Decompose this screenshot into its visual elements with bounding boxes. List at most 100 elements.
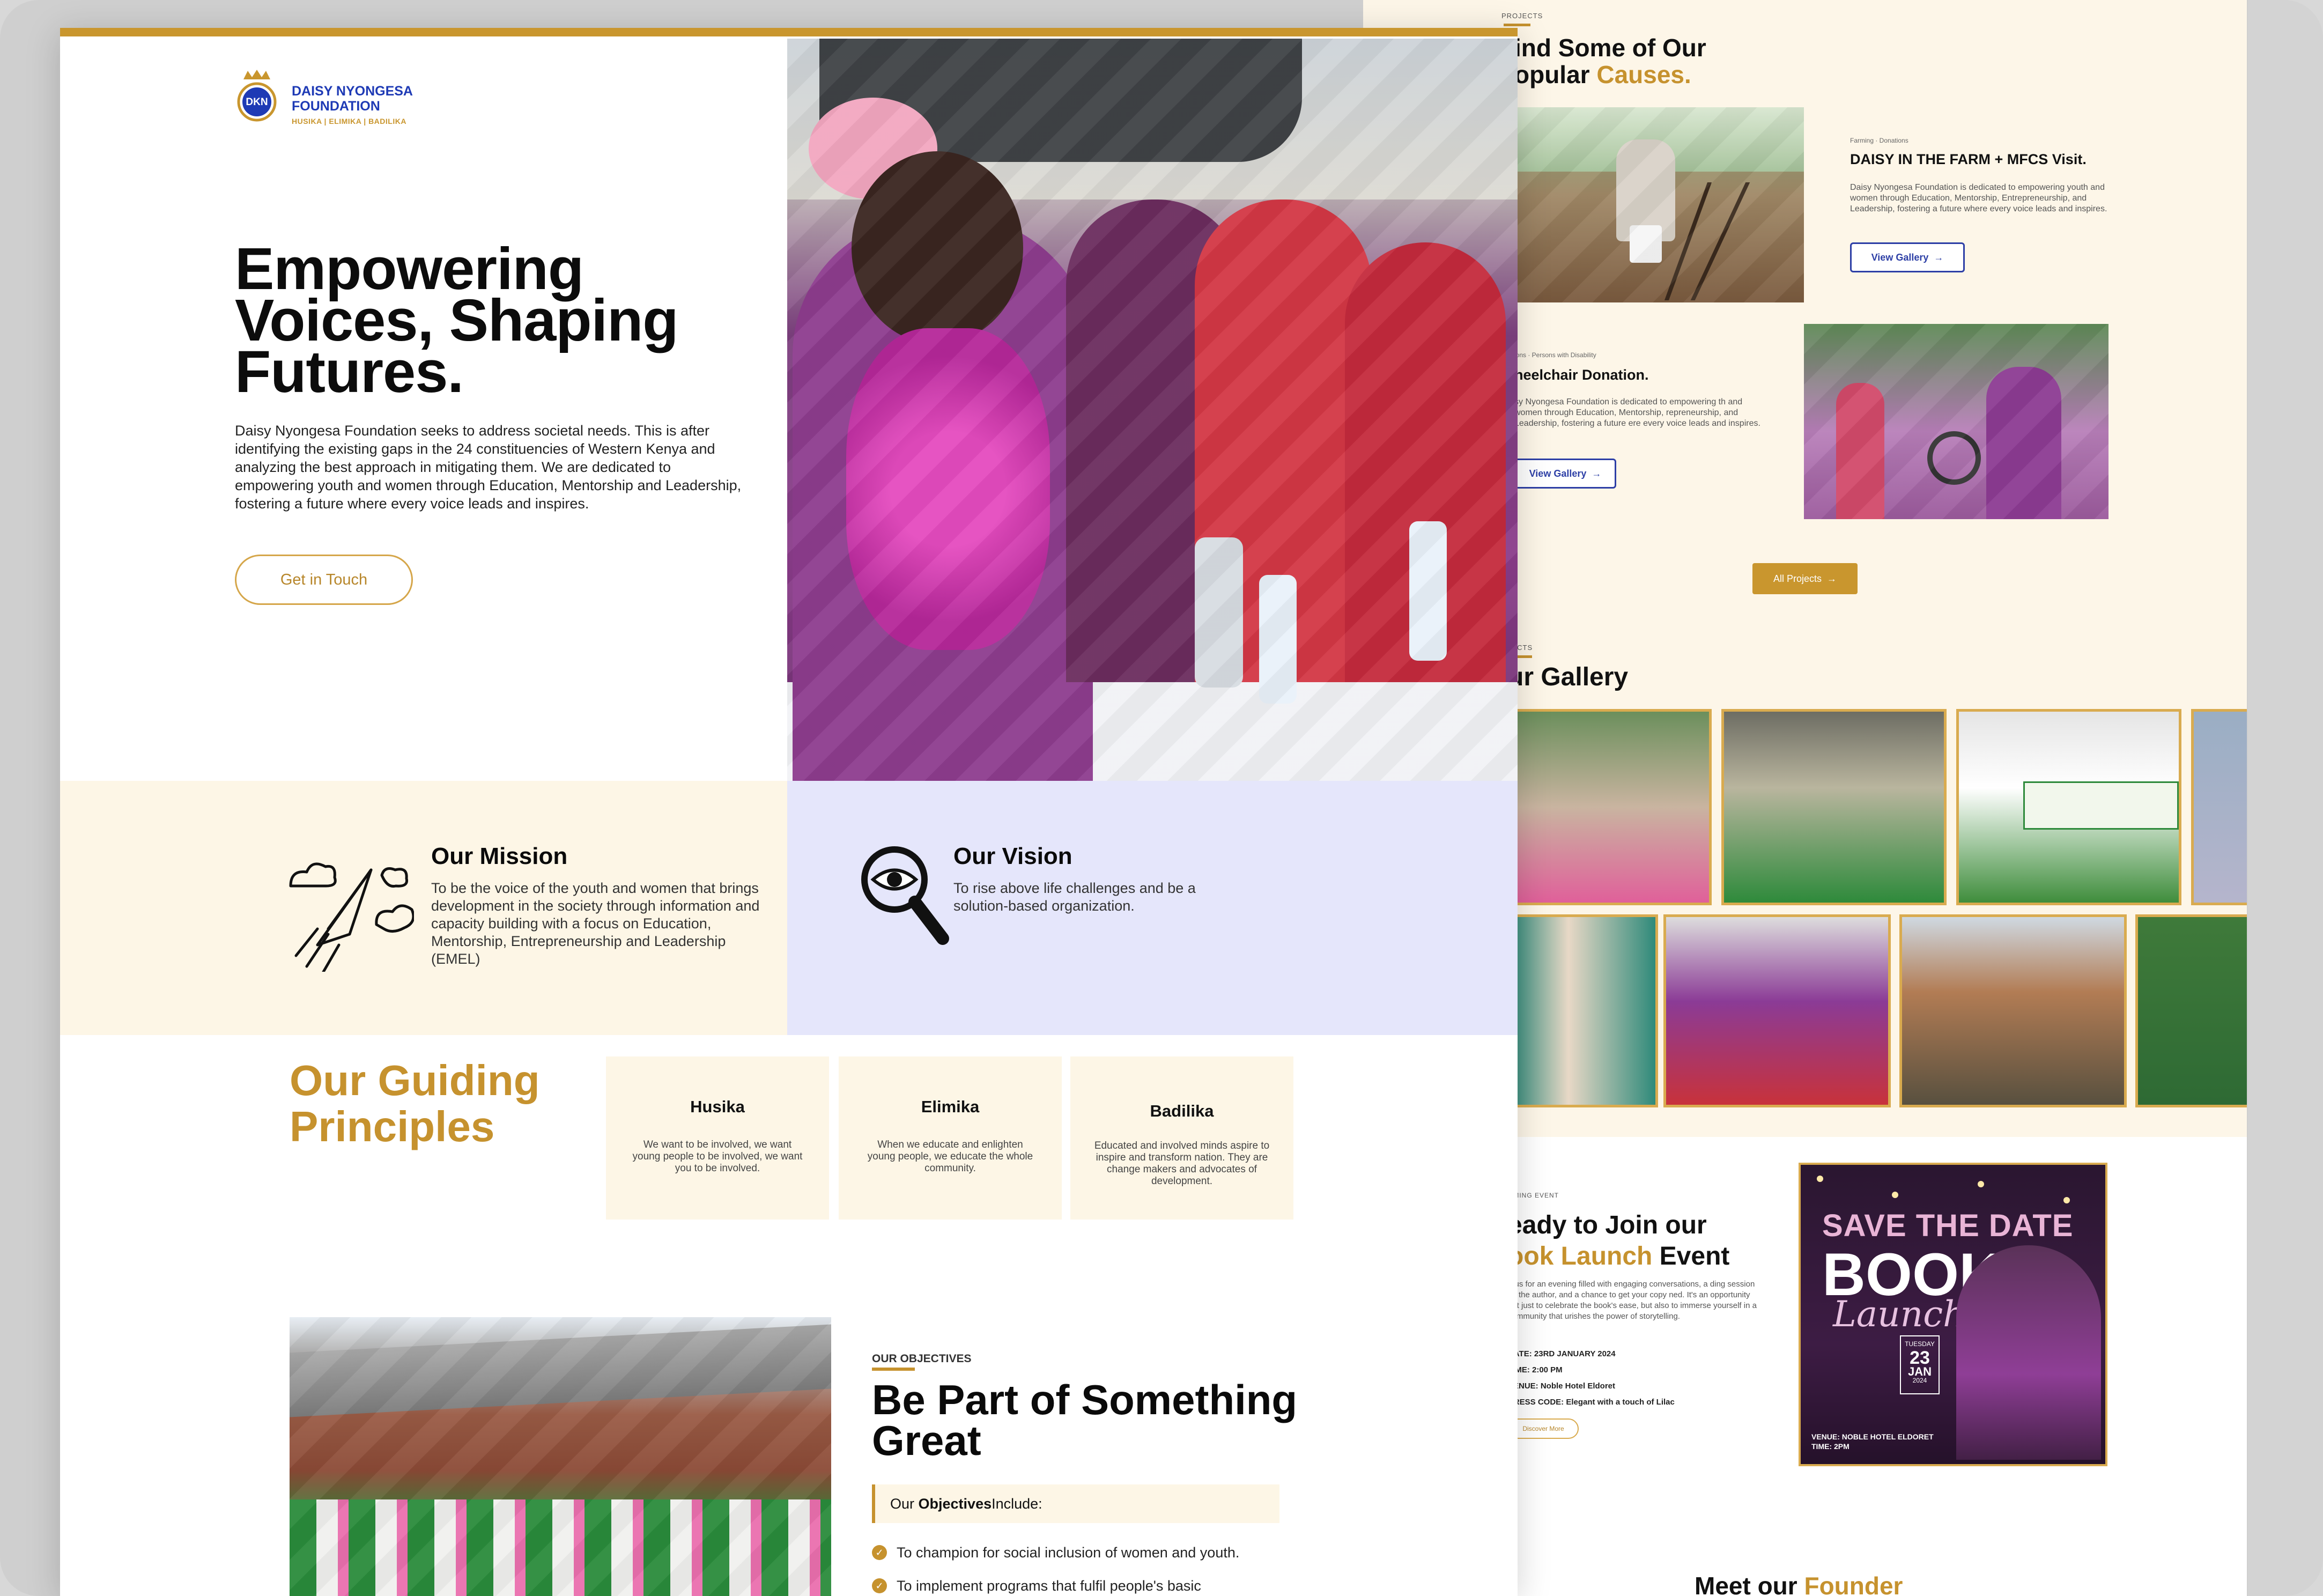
event-title-line-2: Event (1652, 1242, 1730, 1270)
logo-tagline: HUSIKA | ELIMIKA | BADILIKA (292, 117, 406, 125)
objective-text: To champion for social inclusion of wome… (897, 1545, 1240, 1561)
principle-card: Badilika Educated and involved minds asp… (1070, 1056, 1293, 1220)
button-label: View Gallery (1529, 468, 1587, 479)
event-title-line-1: eady to Join our (1508, 1211, 1707, 1239)
discover-more-button[interactable]: Discover More (1508, 1418, 1579, 1439)
mission-title: Our Mission (431, 843, 568, 869)
gallery-image-6[interactable] (1663, 914, 1891, 1107)
principle-text: Educated and involved minds aspire to in… (1094, 1140, 1270, 1187)
all-projects-button[interactable]: All Projects → (1752, 563, 1858, 594)
cause2-text: sy Nyongesa Foundation is dedicated to e… (1514, 397, 1760, 428)
gallery-image-2[interactable] (1721, 709, 1947, 905)
device-bezel (2248, 0, 2323, 1596)
principles-title-line-2: Principles (290, 1103, 495, 1150)
principle-text: When we educate and enlighten young peop… (867, 1139, 1033, 1174)
vision-title: Our Vision (953, 843, 1072, 869)
list-item: ✓ To implement programs that fulfil peop… (872, 1577, 1279, 1595)
principles-title-line-1: Our Guiding (290, 1056, 540, 1104)
paper-plane-icon (285, 854, 415, 974)
causes-heading: ind Some of Our opular Causes. (1514, 34, 1706, 88)
event-details: DATE: 23RD JANUARY 2024 TIME: 2:00 PM VE… (1508, 1346, 1675, 1410)
poster-author-photo (1956, 1245, 2101, 1460)
check-circle-icon: ✓ (872, 1578, 887, 1593)
gallery-image-5[interactable] (1508, 914, 1658, 1107)
arrow-right-icon: → (1827, 573, 1837, 584)
cause2-view-gallery-button[interactable]: View Gallery → (1514, 459, 1616, 489)
poster-time: TIME: 2PM (1811, 1442, 1849, 1451)
principle-title: Husika (690, 1097, 745, 1116)
gallery-image-3[interactable] (1956, 709, 2181, 905)
poster-day: TUESDAY (1905, 1340, 1935, 1348)
list-item: ✓ To champion for social inclusion of wo… (872, 1543, 1279, 1562)
callout-text-bold: Objectives (918, 1495, 992, 1512)
poster-launch: Launch (1833, 1294, 1966, 1335)
gallery-image-4[interactable] (2191, 709, 2247, 905)
gallery-title: ur Gallery (1508, 663, 1629, 691)
objectives-list: ✓ To champion for social inclusion of wo… (872, 1543, 1279, 1595)
logo-name[interactable]: DAISY NYONGESA FOUNDATION (292, 84, 413, 114)
heading-highlight: Causes. (1596, 61, 1691, 88)
logo-crest-icon[interactable]: DKN (236, 69, 278, 125)
logo-mark: DKN (246, 97, 268, 108)
label-underline (1504, 24, 1530, 26)
event-date: DATE: 23RD JANUARY 2024 (1508, 1349, 1616, 1358)
founder-heading-highlight: Founder (1804, 1572, 1903, 1596)
hero-title-line-3: Futures. (235, 339, 464, 405)
cause2-category: ions · Persons with Disability (1514, 351, 1596, 359)
home-page-preview: DKN DAISY NYONGESA FOUNDATION HUSIKA | E… (60, 28, 1518, 1596)
poster-venue-time: VENUE: NOBLE HOTEL ELDORET TIME: 2PM (1811, 1432, 1934, 1451)
poster-save-date: SAVE THE DATE (1822, 1208, 2074, 1243)
principle-card: Elimika When we educate and enlighten yo… (839, 1056, 1062, 1220)
arrow-right-icon: → (1934, 252, 1944, 263)
magnifying-eye-icon (857, 842, 953, 949)
founder-heading: Meet our Founder (1695, 1571, 1903, 1596)
objective-text: To implement programs that fulfil people… (897, 1578, 1201, 1594)
vision-text: To rise above life challenges and be a s… (953, 880, 1196, 914)
objectives-callout: Our Objectives Include: (872, 1484, 1279, 1523)
farm-photo (1514, 107, 1804, 302)
principle-title: Elimika (921, 1097, 980, 1116)
cause2-title: heelchair Donation. (1514, 367, 1649, 383)
poster-lights (1817, 1176, 1823, 1182)
logo-name-line-2: FOUNDATION (292, 99, 380, 114)
projects-label: PROJECTS (1501, 12, 1543, 20)
callout-text-a: Our (890, 1495, 915, 1512)
gallery-image-7[interactable] (1899, 914, 2127, 1107)
gallery-image-1[interactable] (1508, 709, 1712, 905)
principle-card: Husika We want to be involved, we want y… (606, 1056, 829, 1220)
cause1-text: Daisy Nyongesa Foundation is dedicated t… (1850, 183, 2107, 213)
button-label: All Projects (1773, 573, 1822, 584)
event-venue: VENUE: Noble Hotel Eldoret (1508, 1381, 1616, 1391)
heading-line-1: ind Some of Our (1514, 34, 1706, 62)
objectives-label: OUR OBJECTIVES (872, 1353, 972, 1365)
poster-date-box: TUESDAY 23 JAN 2024 (1900, 1335, 1940, 1394)
book-launch-poster[interactable]: SAVE THE DATE BOOK Launch TUESDAY 23 JAN… (1799, 1163, 2107, 1466)
check-circle-icon: ✓ (872, 1545, 887, 1560)
cause1-view-gallery-button[interactable]: View Gallery → (1850, 242, 1965, 272)
label-underline (872, 1368, 915, 1371)
event-dress-code: DRESS CODE: Elegant with a touch of Lila… (1508, 1398, 1675, 1407)
cause1-title: DAISY IN THE FARM + MFCS Visit. (1850, 151, 2087, 167)
button-label: View Gallery (1871, 252, 1929, 263)
heading-line-2a: opular (1514, 61, 1597, 88)
hero-title: Empowering Voices, Shaping Futures. (235, 240, 678, 405)
guiding-principles-title: Our Guiding Principles (290, 1058, 540, 1150)
founder-heading-a: Meet our (1695, 1572, 1804, 1596)
objectives-title: Be Part of Something Great (872, 1379, 1297, 1461)
hero-photo (787, 39, 1518, 781)
get-in-touch-button[interactable]: Get in Touch (235, 555, 413, 605)
event-title-highlight: ook Launch (1508, 1242, 1653, 1270)
principle-title: Badilika (1150, 1102, 1214, 1120)
poster-month: JAN (1907, 1365, 1932, 1378)
event-title: eady to Join our ook Launch Event (1508, 1210, 1729, 1272)
gallery-image-8[interactable] (2135, 914, 2247, 1107)
logo-name-line-1: DAISY NYONGESA (292, 84, 413, 99)
event-time: TIME: 2:00 PM (1508, 1365, 1563, 1375)
poster-venue: VENUE: NOBLE HOTEL ELDORET (1811, 1432, 1934, 1441)
cause1-category: Farming · Donations (1850, 137, 1908, 144)
top-accent-bar (60, 28, 1518, 36)
poster-year: 2024 (1912, 1377, 1927, 1384)
objectives-title-line-1: Be Part of Something (872, 1376, 1298, 1423)
objectives-title-line-2: Great (872, 1417, 981, 1464)
wheelchair-photo (1804, 324, 2109, 519)
